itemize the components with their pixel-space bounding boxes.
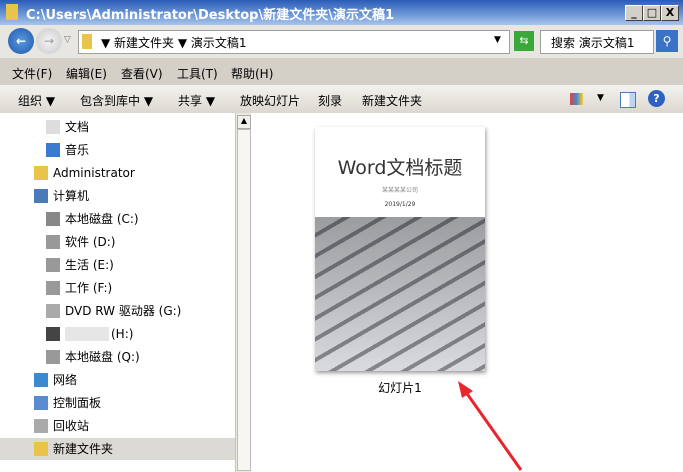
- sidebar-item[interactable]: 网络: [0, 369, 235, 391]
- scroll-up-icon[interactable]: ▲: [237, 115, 251, 129]
- sidebar-item-icon: [34, 419, 48, 433]
- sidebar-item-icon: [46, 304, 60, 318]
- sidebar-scrollbar[interactable]: ▲: [235, 113, 251, 472]
- sidebar-item-label: 本地磁盘 (C:): [65, 212, 139, 226]
- sidebar-item-icon: [46, 120, 60, 134]
- search-input[interactable]: 搜索 演示文稿1: [540, 30, 654, 54]
- sidebar-item-icon: [34, 396, 48, 410]
- sidebar-item[interactable]: 音乐: [0, 139, 235, 161]
- address-bar-row: ← → ▽ ▼ 新建文件夹 ▼ 演示文稿1 ▼ ⇆ 搜索 演示文稿1 ⚲: [0, 25, 683, 58]
- back-button[interactable]: ←: [8, 28, 34, 54]
- sidebar-item-icon: [46, 143, 60, 157]
- scrollbar-thumb[interactable]: [237, 129, 251, 471]
- address-input[interactable]: ▼ 新建文件夹 ▼ 演示文稿1 ▼: [78, 30, 510, 54]
- menu-tools[interactable]: 工具(T): [177, 65, 218, 82]
- sidebar-item[interactable]: 本地磁盘 (C:): [0, 208, 235, 230]
- sidebar-item-label: (H:): [111, 327, 134, 341]
- help-icon[interactable]: ?: [648, 90, 665, 107]
- forward-button[interactable]: →: [36, 28, 62, 54]
- sidebar-item-icon: [46, 258, 60, 272]
- sidebar-item-icon: [34, 442, 48, 456]
- sidebar-item-label: 新建文件夹: [53, 442, 114, 456]
- menu-file[interactable]: 文件(F): [12, 65, 52, 82]
- organize-button[interactable]: 组织 ▼: [18, 92, 55, 109]
- minimize-button[interactable]: _: [625, 5, 643, 21]
- arrow-shaft: [461, 387, 523, 471]
- menu-view[interactable]: 查看(V): [121, 65, 163, 82]
- refresh-icon[interactable]: ⇆: [514, 31, 534, 51]
- share-button[interactable]: 共享 ▼: [178, 92, 215, 109]
- menu-bar: 文件(F) 编辑(E) 查看(V) 工具(T) 帮助(H): [0, 58, 683, 85]
- redacted-label: [65, 327, 109, 341]
- new-folder-button[interactable]: 新建文件夹: [362, 92, 422, 109]
- navigation-pane: 文档音乐 Administrator 计算机本地磁盘 (C:) 软件 (D:) 生活 (…: [0, 113, 235, 472]
- close-button[interactable]: X: [661, 5, 679, 21]
- sidebar-item[interactable]: 文档: [0, 116, 235, 138]
- sidebar-item-icon: [34, 373, 48, 387]
- sidebar-item-label: 文档: [65, 120, 90, 134]
- file-list: Word文档标题 某某某某公司 2019/1/29 幻灯片1: [251, 113, 683, 472]
- preview-pane-icon[interactable]: [620, 92, 636, 108]
- sidebar-item-label: 网络: [53, 373, 78, 387]
- maximize-button[interactable]: □: [643, 5, 661, 21]
- sidebar-item-icon: [46, 281, 60, 295]
- sidebar-item-icon: [46, 212, 60, 226]
- sidebar-item-label: DVD RW 驱动器 (G:): [65, 304, 182, 318]
- burn-button[interactable]: 刻录: [318, 92, 342, 109]
- sidebar-item-label: 软件 (D:): [65, 235, 116, 249]
- sidebar-item[interactable]: DVD RW 驱动器 (G:): [0, 300, 235, 322]
- sidebar-item-label: Administrator: [53, 166, 135, 180]
- slideshow-button[interactable]: 放映幻灯片: [240, 92, 300, 109]
- sidebar-item-label: 回收站: [53, 419, 90, 433]
- sidebar-item-icon: [34, 189, 48, 203]
- sidebar-item[interactable]: 软件 (D:): [0, 231, 235, 253]
- sidebar-item-icon: [46, 350, 60, 364]
- menu-edit[interactable]: 编辑(E): [66, 65, 107, 82]
- menu-help[interactable]: 帮助(H): [231, 65, 273, 82]
- sidebar-item[interactable]: 计算机: [0, 185, 235, 207]
- sidebar-item-icon: [46, 327, 60, 341]
- sidebar-item-icon: [46, 235, 60, 249]
- address-dropdown-icon[interactable]: ▼: [494, 35, 501, 45]
- sidebar-item-label: 计算机: [53, 189, 90, 203]
- breadcrumb-1[interactable]: 演示文稿1: [191, 36, 247, 50]
- folder-icon: [6, 4, 18, 20]
- history-dropdown-icon[interactable]: ▽: [64, 35, 71, 45]
- include-in-library-button[interactable]: 包含到库中 ▼: [80, 92, 153, 109]
- view-options-icon[interactable]: [570, 93, 583, 105]
- sidebar-item[interactable]: 回收站: [0, 415, 235, 437]
- sidebar-item-label: 音乐: [65, 143, 90, 157]
- search-icon[interactable]: ⚲: [656, 30, 678, 52]
- sidebar-item[interactable]: 本地磁盘 (Q:): [0, 346, 235, 368]
- sidebar-item-label: 工作 (F:): [65, 281, 113, 295]
- sidebar-item[interactable]: (H:): [0, 323, 235, 345]
- sidebar-item-label: 控制面板: [53, 396, 102, 410]
- sidebar-item-label: 生活 (E:): [65, 258, 114, 272]
- view-dropdown-icon[interactable]: ▼: [597, 93, 604, 103]
- sidebar-item[interactable]: Administrator: [0, 162, 235, 184]
- sidebar-item[interactable]: 生活 (E:): [0, 254, 235, 276]
- sidebar-item[interactable]: 工作 (F:): [0, 277, 235, 299]
- window-title: C:\Users\Administrator\Desktop\新建文件夹\演示文…: [26, 8, 394, 23]
- sidebar-item[interactable]: 控制面板: [0, 392, 235, 414]
- arrow-head: [458, 381, 473, 398]
- title-bar: C:\Users\Administrator\Desktop\新建文件夹\演示文…: [0, 0, 683, 25]
- breadcrumb-0[interactable]: 新建文件夹: [114, 36, 174, 50]
- sidebar-item-icon: [34, 166, 48, 180]
- sidebar-item-label: 本地磁盘 (Q:): [65, 350, 140, 364]
- red-arrow-annotation: [458, 381, 523, 471]
- folder-icon: [82, 34, 92, 49]
- sidebar-item[interactable]: 新建文件夹: [0, 438, 235, 460]
- command-bar: 组织 ▼ 包含到库中 ▼ 共享 ▼ 放映幻灯片 刻录 新建文件夹 ▼ ?: [0, 85, 683, 113]
